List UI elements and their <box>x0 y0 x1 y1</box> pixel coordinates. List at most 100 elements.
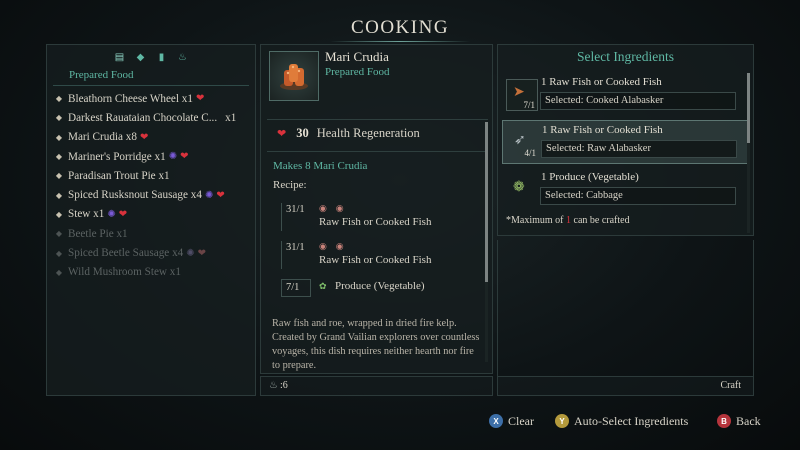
fish-icon: ➶ 4/1 <box>514 132 536 158</box>
ingredient-slot[interactable]: ❁ 1 Produce (Vegetable) Selected: Cabbag… <box>502 168 748 212</box>
food-item[interactable]: ◆ Darkest Rauataian Chocolate C... x1 <box>51 108 255 127</box>
food-item[interactable]: ◆ Paradisan Trout Pie x1 <box>51 166 255 185</box>
ingredient-slot[interactable]: ➶ 4/1 1 Raw Fish or Cooked Fish Selected… <box>502 120 748 164</box>
dish-detail-panel: Mari Crudia Prepared Food ❤ 30 Health Re… <box>260 44 493 374</box>
fish-icon: ◉ ◉ <box>319 242 347 252</box>
food-icon[interactable]: ◆ <box>135 51 147 63</box>
food-name: Bleathorn Cheese Wheel x1 <box>68 92 193 105</box>
craft-bar: Craft <box>497 376 754 396</box>
back-button[interactable]: B Back <box>717 413 761 429</box>
food-item[interactable]: ◆ Spiced Beetle Sausage x4 ✺ ❤ <box>51 243 255 262</box>
food-icon: ◆ <box>55 152 63 162</box>
food-item[interactable]: ◆ Mariner's Porridge x1 ✺ ❤ <box>51 147 255 166</box>
heart-icon: ❤ <box>216 189 225 201</box>
auto-select-label: Auto-Select Ingredients <box>574 413 689 428</box>
food-icon: ◆ <box>55 171 63 181</box>
food-item[interactable]: ◆ Bleathorn Cheese Wheel x1 ❤ <box>51 89 255 108</box>
food-item[interactable]: ◆ Beetle Pie x1 <box>51 224 255 243</box>
craft-button[interactable]: Craft <box>720 380 741 391</box>
fish-icon: ◉ ◉ <box>319 204 347 214</box>
makes-count: Makes 8 Mari Crudia <box>273 160 368 172</box>
count-bar: ♨:6 <box>260 376 493 396</box>
ingredients-lower-area <box>497 240 754 396</box>
ingredient-name: 1 Produce (Vegetable) <box>541 171 639 183</box>
heart-icon: ❤ <box>197 247 207 259</box>
heart-icon: ❤ <box>277 128 287 140</box>
y-button-icon: Y <box>555 414 569 428</box>
dish-image <box>269 51 319 101</box>
food-qty: x1 <box>225 111 237 124</box>
food-icon: ◆ <box>55 229 63 239</box>
clear-button[interactable]: X Clear <box>489 413 534 429</box>
screen-title: COOKING <box>350 17 450 38</box>
max-suffix: can be crafted <box>571 215 630 226</box>
swirl-icon: ✺ <box>107 208 116 220</box>
scrollbar-thumb[interactable] <box>485 122 488 282</box>
recipe-item: Produce (Vegetable) <box>335 280 425 292</box>
food-name: Paradisan Trout Pie x1 <box>68 169 170 182</box>
food-name: Beetle Pie x1 <box>68 227 128 240</box>
food-name: Mari Crudia x8 <box>68 131 137 144</box>
divider <box>267 119 488 120</box>
ingredients-panel: Select Ingredients ➤ 7/1 1 Raw Fish or C… <box>497 44 754 236</box>
food-name: Darkest Rauataian Chocolate C... <box>68 111 218 124</box>
recipe-line: 31/1 ◉ ◉ Raw Fish or Cooked Fish <box>281 203 471 233</box>
max-prefix: *Maximum of <box>506 215 566 226</box>
ingredient-selected[interactable]: Selected: Cooked Alabasker <box>540 92 736 110</box>
fish-icon: ➤ 7/1 <box>506 79 538 111</box>
scrollbar[interactable] <box>747 73 750 233</box>
category-label: Prepared Food <box>69 69 134 81</box>
ingredient-slot[interactable]: ➤ 7/1 1 Raw Fish or Cooked Fish Selected… <box>502 73 748 117</box>
food-icon: ◆ <box>55 267 63 277</box>
effect-value: 30 <box>296 126 309 140</box>
max-craft-note: *Maximum of 1 can be crafted <box>506 215 630 226</box>
effect-label: Health Regeneration <box>316 126 420 140</box>
food-item[interactable]: ◆ Stew x1 ✺ ❤ <box>51 205 255 224</box>
food-icon: ◆ <box>55 94 63 104</box>
recipe-line: 7/1 ✿ Produce (Vegetable) <box>281 279 471 309</box>
pot-icon: ♨ <box>269 380 278 391</box>
food-name: Spiced Rusksnout Sausage x4 <box>68 189 202 202</box>
food-icon: ◆ <box>55 209 63 219</box>
food-icon: ◆ <box>55 132 63 142</box>
food-name: Wild Mushroom Stew x1 <box>68 266 181 279</box>
ingredient-name: 1 Raw Fish or Cooked Fish <box>541 76 662 88</box>
food-item[interactable]: ◆ Wild Mushroom Stew x1 <box>51 263 255 282</box>
ingredient-amount: 4/1 <box>524 148 536 158</box>
scrollbar[interactable] <box>485 122 488 362</box>
recipe-count: 7/1 <box>281 279 311 297</box>
recipe-count: 31/1 <box>281 203 311 231</box>
heart-icon: ❤ <box>180 151 189 163</box>
recipe-label: Recipe: <box>273 179 307 191</box>
scrollbar-thumb[interactable] <box>747 73 750 143</box>
owned-count-value: :6 <box>279 380 288 391</box>
effect-row: ❤ 30 Health Regeneration <box>277 126 420 141</box>
food-item[interactable]: ◆ Mari Crudia x8 ❤ <box>51 128 255 147</box>
ingredient-selected[interactable]: Selected: Cabbage <box>540 187 736 205</box>
food-item[interactable]: ◆ Spiced Rusksnout Sausage x4 ✺ ❤ <box>51 185 255 204</box>
drink-icon[interactable]: ▮ <box>156 51 168 63</box>
vegetable-icon: ✿ <box>319 282 330 292</box>
food-icon: ◆ <box>55 248 63 258</box>
recipe-item: Raw Fish or Cooked Fish <box>319 254 432 266</box>
ingredient-amount: 7/1 <box>523 100 535 110</box>
heart-icon: ❤ <box>139 131 149 143</box>
title-underline <box>330 41 470 42</box>
food-name: Stew x1 <box>68 208 105 221</box>
back-label: Back <box>736 413 761 428</box>
dish-category: Prepared Food <box>325 66 390 78</box>
ingredients-title: Select Ingredients <box>576 49 675 64</box>
food-icon: ◆ <box>55 190 63 200</box>
ingredient-selected[interactable]: Selected: Raw Alabasker <box>541 140 737 158</box>
scroll-icon[interactable]: ▤ <box>114 51 126 63</box>
recipe-item: Raw Fish or Cooked Fish <box>319 216 432 228</box>
owned-count: ♨:6 <box>269 380 288 391</box>
food-name: Mariner's Porridge x1 <box>68 150 166 163</box>
swirl-icon: ✺ <box>186 247 195 259</box>
auto-select-button[interactable]: Y Auto-Select Ingredients <box>555 413 688 429</box>
clear-label: Clear <box>508 413 534 428</box>
cabbage-icon: ❁ <box>513 179 525 195</box>
x-button-icon: X <box>489 414 503 428</box>
food-list-panel: ▤ ◆ ▮ ♨ Prepared Food ◆ Bleathorn Cheese … <box>46 44 256 396</box>
pot-icon[interactable]: ♨ <box>177 51 189 63</box>
